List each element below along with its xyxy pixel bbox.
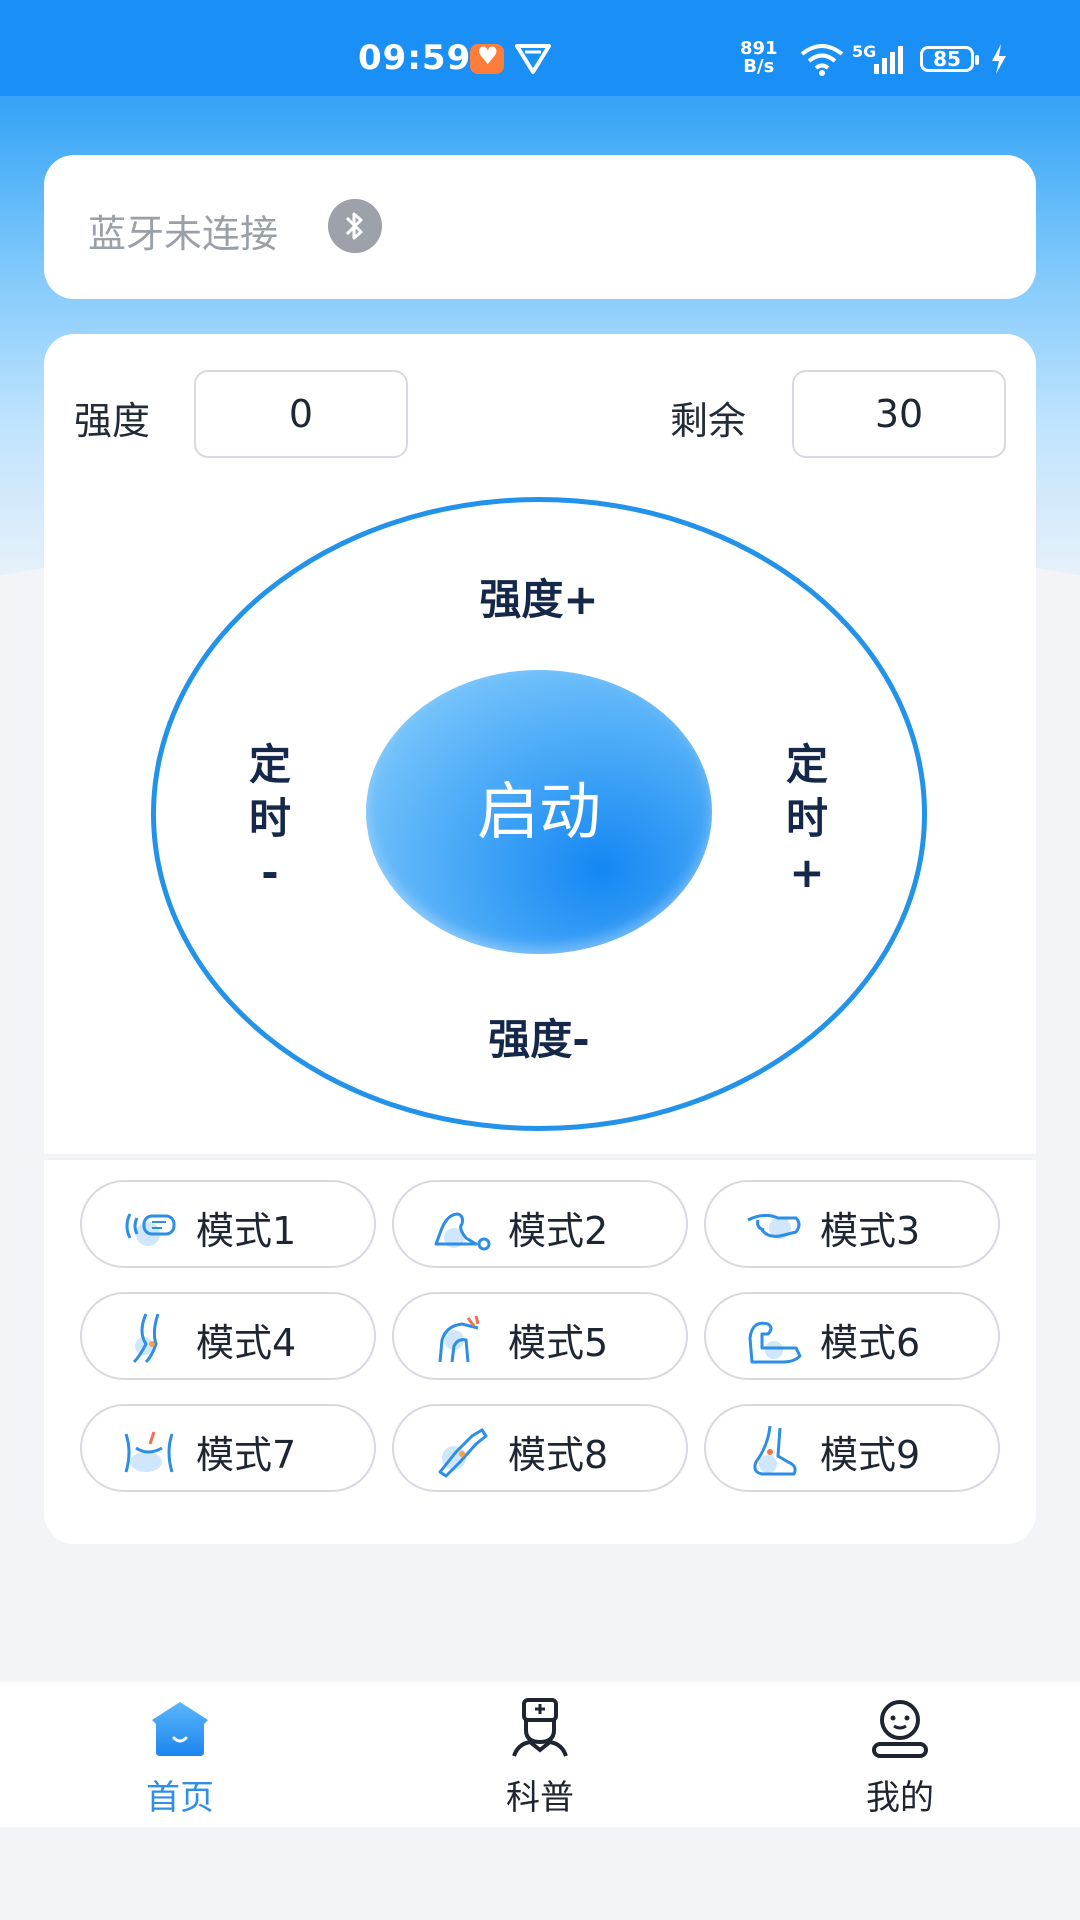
knee-massage-icon (438, 1315, 480, 1363)
mode-1-button[interactable]: 模式1 (80, 1180, 376, 1268)
nav-science-label: 科普 (506, 1778, 574, 1818)
mode-4-label: 模式4 (196, 1321, 297, 1365)
leg-massage-icon (132, 1313, 160, 1364)
timer-minus-button[interactable]: 定 时 - (240, 738, 300, 900)
battery-icon: 85 (920, 46, 979, 72)
timer-plus-button[interactable]: 定 时 + (777, 738, 837, 900)
mode-7-button[interactable]: 模式7 (80, 1404, 376, 1492)
intensity-down-button[interactable]: 强度- (439, 1006, 639, 1067)
charging-icon (992, 44, 1006, 74)
mode-4-button[interactable]: 模式4 (80, 1292, 376, 1380)
hand-massage-icon (747, 1213, 801, 1239)
mode-card: 模式1 模式2 模式3 模式4 模式5 模式6 模式7 模式8 模式9 (44, 1160, 1036, 1544)
mode-8-button[interactable]: 模式8 (392, 1404, 688, 1492)
arm-massage-icon (748, 1321, 802, 1364)
status-bar: 09:59 891 B/s 5G 85 (0, 0, 1080, 96)
mode-9-button[interactable]: 模式9 (704, 1404, 1000, 1492)
mode-2-label: 模式2 (508, 1209, 609, 1253)
start-button[interactable]: 启动 (366, 670, 712, 954)
doctor-icon (512, 1698, 568, 1757)
profile-icon (872, 1700, 928, 1758)
mode-5-label: 模式5 (508, 1321, 609, 1365)
system-nav-area (0, 1827, 1080, 1920)
status-time: 09:59 (358, 38, 472, 78)
mode-5-button[interactable]: 模式5 (392, 1292, 688, 1380)
joint-massage-icon (438, 1428, 488, 1478)
mode-3-label: 模式3 (820, 1209, 921, 1253)
waist-massage-icon (124, 1431, 174, 1473)
bottom-navigation: 首页 科普 我的 (0, 1682, 1080, 1827)
intensity-label: 强度 (74, 399, 151, 443)
control-card: 强度 0 剩余 30 强度+ 强度- 定 时 - 定 时 + 启动 (44, 334, 1036, 1154)
mode-2-button[interactable]: 模式2 (392, 1180, 688, 1268)
mode-6-button[interactable]: 模式6 (704, 1292, 1000, 1380)
signal-icon (874, 46, 903, 74)
home-icon (152, 1702, 208, 1756)
nav-mine-label: 我的 (866, 1778, 934, 1818)
back-massage-icon (434, 1212, 491, 1251)
wifi-icon (800, 44, 844, 76)
mode-6-label: 模式6 (820, 1321, 921, 1365)
network-speed: 891 B/s (740, 38, 778, 77)
remaining-label: 剩余 (670, 399, 747, 443)
mode-7-label: 模式7 (196, 1433, 297, 1477)
app-notification-icon (470, 42, 504, 74)
bluetooth-status-label: 蓝牙未连接 (88, 212, 279, 256)
mode-1-label: 模式1 (196, 1209, 297, 1253)
vpn-shield-icon (515, 44, 551, 74)
nav-home[interactable]: 首页 (110, 1698, 250, 1818)
mode-3-button[interactable]: 模式3 (704, 1180, 1000, 1268)
nav-home-label: 首页 (146, 1778, 214, 1818)
mode-8-label: 模式8 (508, 1433, 609, 1477)
mode-9-label: 模式9 (820, 1433, 921, 1477)
intensity-value: 0 (194, 370, 408, 458)
intensity-up-button[interactable]: 强度+ (439, 566, 639, 627)
bluetooth-card[interactable]: 蓝牙未连接 (44, 155, 1036, 299)
remaining-value: 30 (792, 370, 1006, 458)
foot-massage-icon (753, 1425, 797, 1476)
nav-mine[interactable]: 我的 (830, 1698, 970, 1818)
bluetooth-icon[interactable] (328, 199, 382, 253)
head-massage-icon (125, 1213, 176, 1246)
nav-science[interactable]: 科普 (470, 1698, 610, 1818)
